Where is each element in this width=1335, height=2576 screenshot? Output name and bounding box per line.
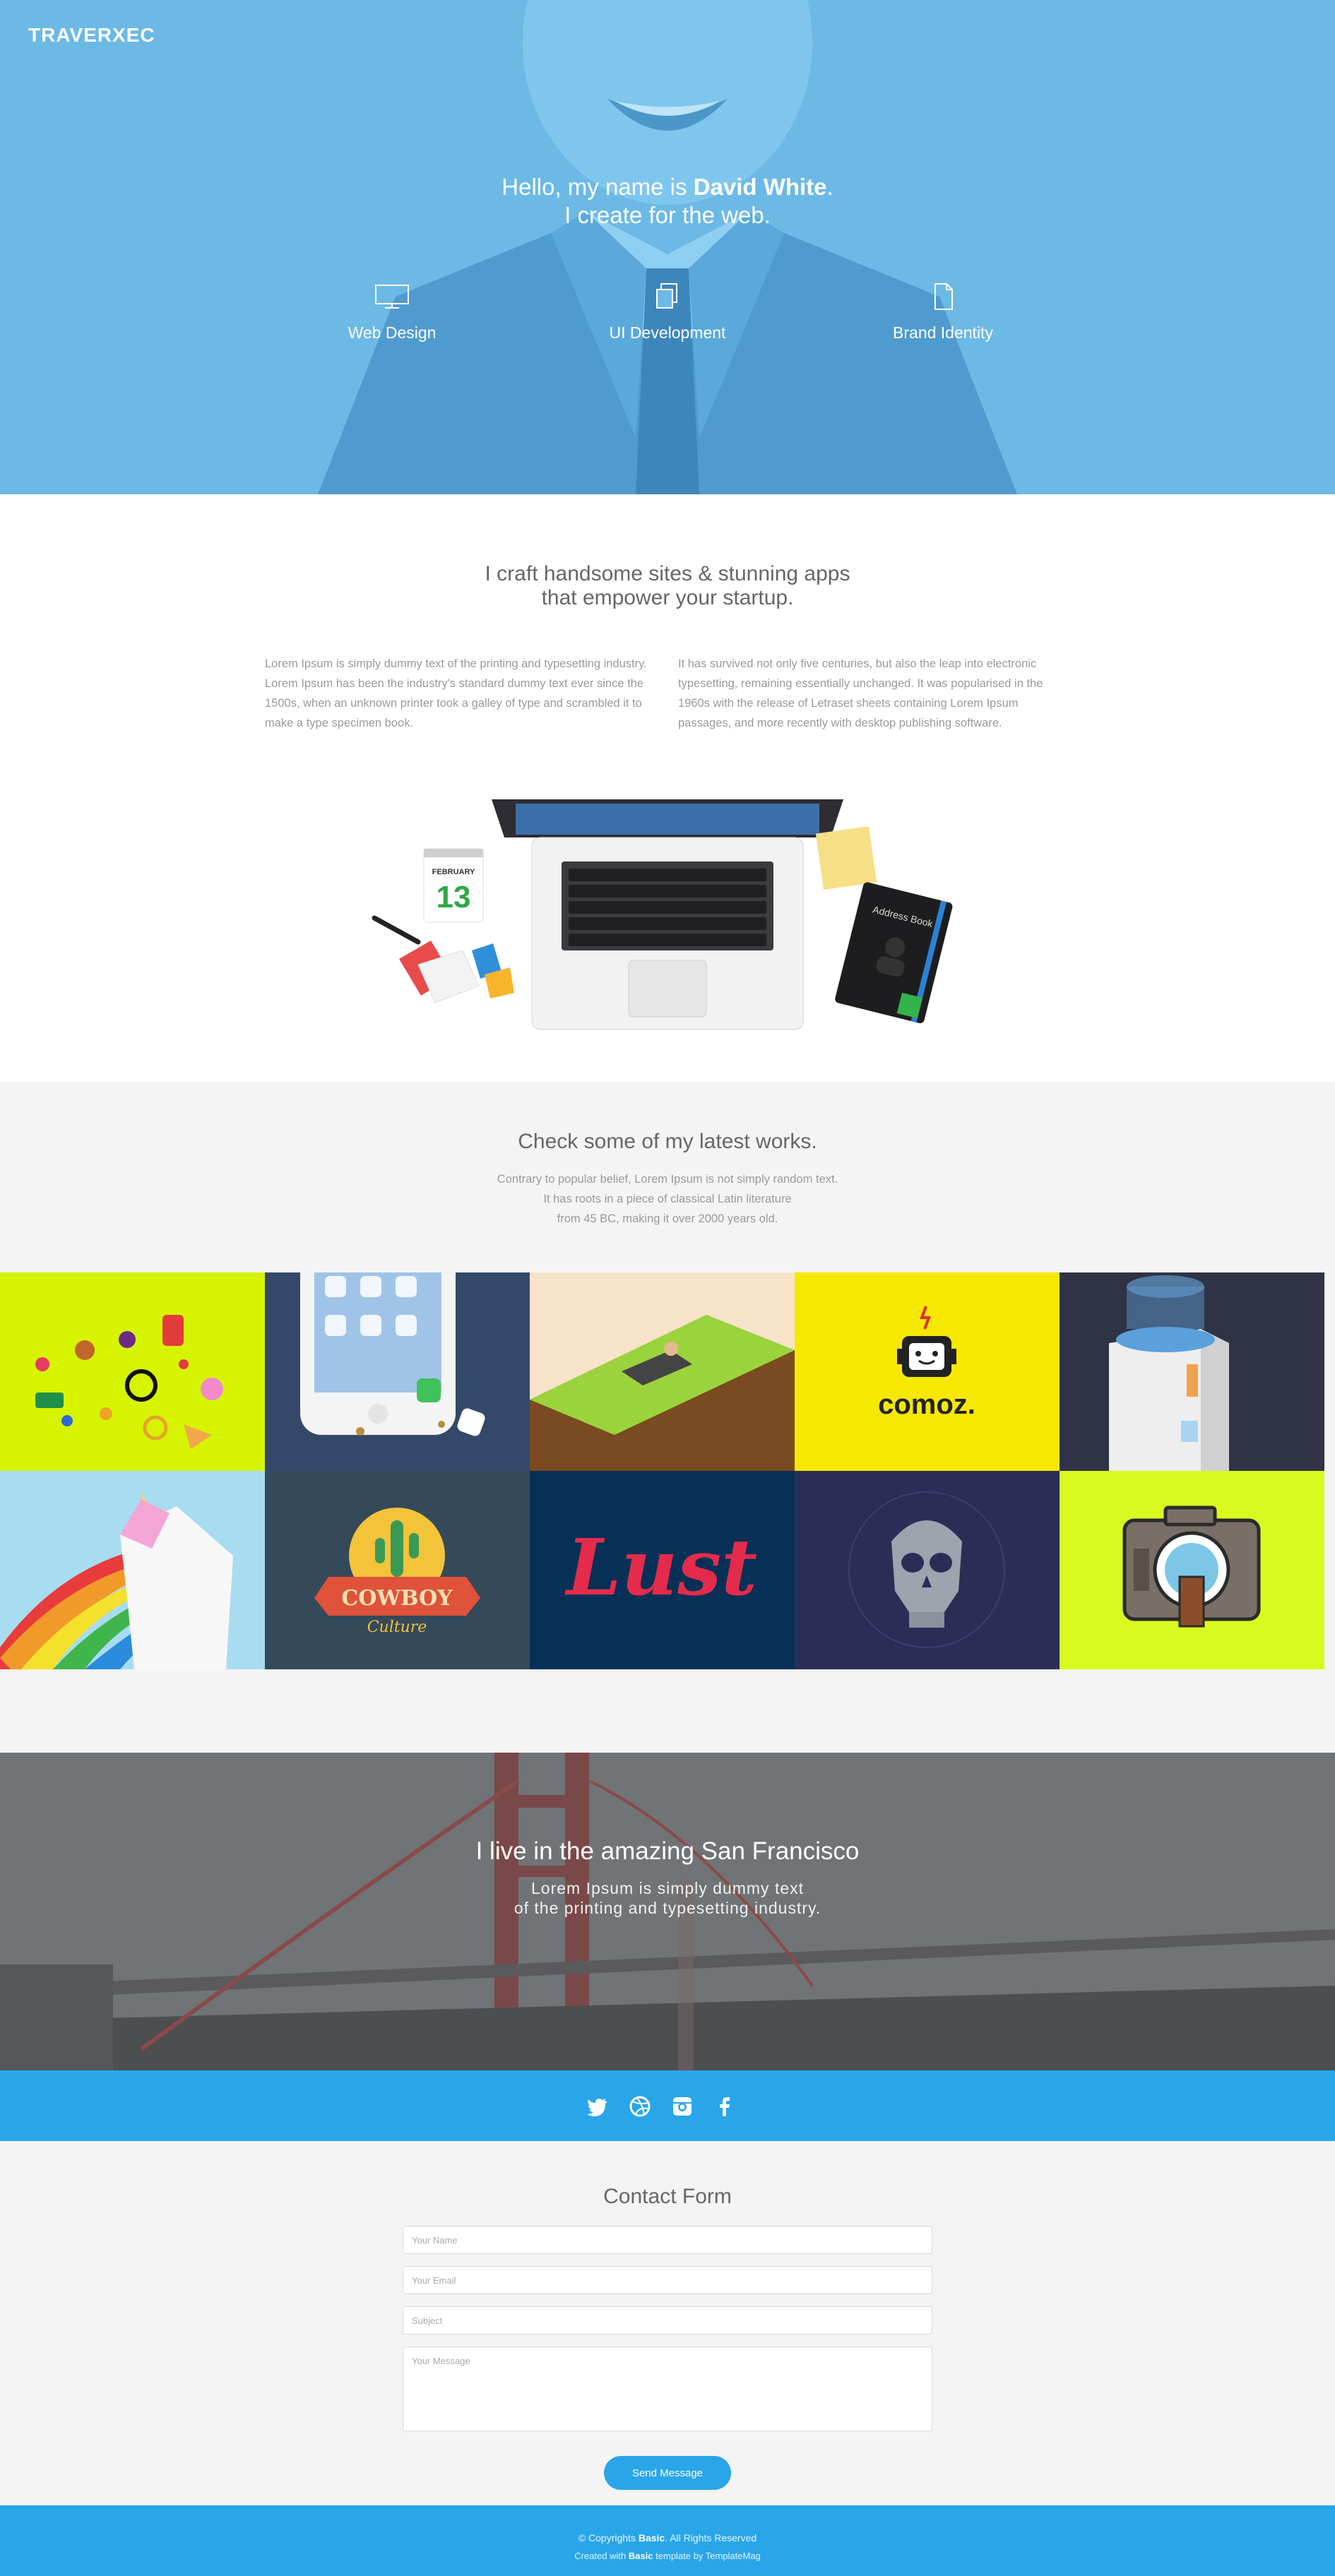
hero-section: TRAVERXEC Hello, my name is David White.…	[0, 0, 1335, 494]
works-title: Check some of my latest works.	[518, 1130, 817, 1153]
city-subtitle: Lorem Ipsum is simply dummy text of the …	[0, 1878, 1335, 1918]
calendar-month: FEBRUARY	[432, 868, 475, 876]
twitter-icon[interactable]	[586, 2095, 609, 2118]
credit-prefix: Created with	[574, 2551, 627, 2561]
water-cooler-illustration	[1060, 1272, 1324, 1471]
portfolio-item-water-cooler[interactable]	[1060, 1272, 1324, 1471]
contact-title: Contact Form	[603, 2185, 732, 2208]
lust-lettering: Lust	[530, 1471, 795, 1669]
credit-brand[interactable]: Basic	[629, 2551, 653, 2561]
works-section: Check some of my latest works. Contrary …	[0, 1082, 1335, 1753]
city-section: I live in the amazing San Francisco Lore…	[0, 1753, 1335, 2070]
city-subtitle-line: of the printing and typesetting industry…	[514, 1899, 821, 1917]
about-text-right: It has survived not only five centuries,…	[678, 657, 1043, 729]
sweets-illustration	[0, 1272, 265, 1471]
comoz-logo: comoz.	[795, 1272, 1060, 1471]
service-brand-identity: Brand Identity	[837, 282, 1049, 342]
portfolio-item-unicorn[interactable]	[0, 1471, 265, 1669]
comoz-wordmark: comoz.	[878, 1389, 975, 1420]
subject-field[interactable]	[403, 2306, 932, 2334]
phone-illustration	[265, 1272, 530, 1471]
brand-logo[interactable]: TRAVERXEC	[28, 24, 155, 47]
works-subtitle-line: Contrary to popular belief, Lorem Ipsum …	[497, 1173, 838, 1186]
city-title: I live in the amazing San Francisco	[475, 1837, 860, 1865]
copyright-brand[interactable]: Basic	[639, 2532, 665, 2544]
works-subtitle-line: It has roots in a piece of classical Lat…	[543, 1193, 792, 1205]
hero-headline: Hello, my name is David White. I create …	[0, 173, 1335, 229]
service-ui-development: UI Development	[562, 282, 773, 342]
service-label: Brand Identity	[893, 323, 993, 342]
contact-section: Contact Form Send Message	[0, 2141, 1335, 2505]
about-title-line: I craft handsome sites & stunning apps	[485, 562, 850, 585]
portfolio-item-skull[interactable]	[795, 1471, 1060, 1669]
email-field[interactable]	[403, 2266, 932, 2294]
hero-portrait-image	[0, 0, 1335, 494]
instagram-icon[interactable]	[671, 2095, 694, 2118]
copyright-suffix: . All Rights Reserved	[665, 2532, 757, 2544]
facebook-icon[interactable]	[713, 2095, 736, 2118]
hero-greeting: Hello, my name is	[502, 174, 687, 200]
portfolio-item-phone[interactable]	[265, 1272, 530, 1471]
footer: © Copyrights Basic. All Rights Reserved …	[0, 2505, 1335, 2576]
hero-period: .	[826, 174, 833, 200]
desk-illustration: FEBRUARY 13 Address Book	[372, 799, 953, 1030]
copyright-text: © Copyrights Basic. All Rights Reserved	[0, 2532, 1335, 2544]
portfolio-grid: comoz. COWBOY Culture Lust	[0, 1272, 1324, 1669]
service-label: Web Design	[348, 323, 437, 342]
unicorn-illustration	[0, 1471, 265, 1669]
cowboy-wordmark: COWBOY	[341, 1586, 453, 1611]
works-subtitle: Contrary to popular belief, Lorem Ipsum …	[0, 1169, 1335, 1229]
about-title: I craft handsome sites & stunning apps t…	[0, 562, 1335, 610]
skull-illustration	[795, 1471, 1060, 1669]
calendar-day: 13	[437, 880, 471, 914]
name-field[interactable]	[403, 2226, 932, 2254]
lawn-illustration	[530, 1272, 795, 1471]
cowboy-culture-logo: COWBOY Culture	[265, 1471, 530, 1669]
layers-icon	[656, 283, 677, 309]
culture-wordmark: Culture	[367, 1618, 427, 1636]
portfolio-item-sweets[interactable]	[0, 1272, 265, 1471]
portfolio-item-camera[interactable]	[1060, 1471, 1324, 1669]
service-web-design: Web Design	[286, 282, 498, 342]
lust-wordmark: Lust	[564, 1522, 757, 1613]
works-subtitle-line: from 45 BC, making it over 2000 years ol…	[557, 1212, 778, 1225]
about-section: I craft handsome sites & stunning apps t…	[0, 494, 1335, 1082]
camera-illustration	[1060, 1471, 1324, 1669]
dribbble-icon[interactable]	[629, 2095, 651, 2118]
service-label: UI Development	[609, 323, 726, 342]
credit-suffix[interactable]: template by TemplateMag	[655, 2551, 761, 2561]
city-subtitle-line: Lorem Ipsum is simply dummy text	[530, 1879, 805, 1897]
social-links	[586, 2095, 756, 2118]
send-message-button[interactable]: Send Message	[604, 2456, 731, 2490]
copyright-prefix: © Copyrights	[578, 2532, 636, 2544]
portfolio-item-lust[interactable]: Lust	[530, 1471, 795, 1669]
document-icon	[935, 283, 953, 310]
monitor-icon	[375, 285, 409, 309]
portfolio-item-comoz[interactable]: comoz.	[795, 1272, 1060, 1471]
hero-name: David White	[693, 174, 827, 200]
social-bar	[0, 2070, 1335, 2141]
hero-tagline: I create for the web.	[564, 202, 771, 228]
about-title-line: that empower your startup.	[541, 586, 794, 609]
message-field[interactable]	[403, 2347, 932, 2431]
portfolio-item-cowboy[interactable]: COWBOY Culture	[265, 1471, 530, 1669]
portfolio-item-lawn[interactable]	[530, 1272, 795, 1471]
credit-text: Created with Basic template by TemplateM…	[0, 2551, 1335, 2561]
about-text-left: Lorem Ipsum is simply dummy text of the …	[265, 657, 647, 729]
